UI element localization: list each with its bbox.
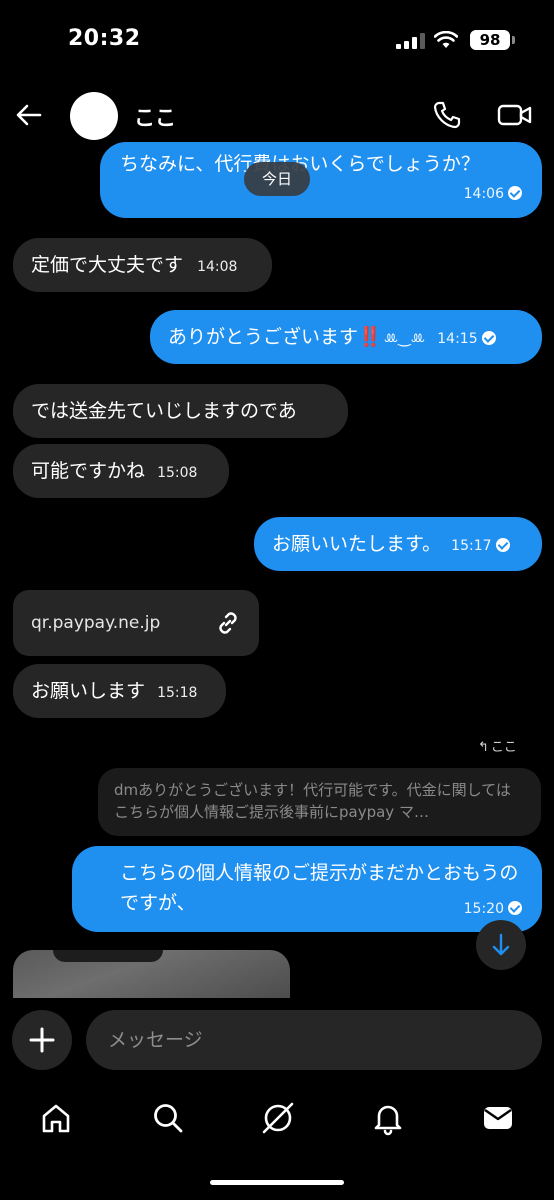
explore-icon[interactable] [260,1100,296,1136]
battery-tip [512,36,515,44]
back-arrow-icon[interactable] [12,98,46,132]
image-message[interactable] [13,950,290,998]
message-time: 14:08 [197,259,238,275]
message-text: お願いいたします。 [272,533,442,555]
link-message[interactable]: qr.paypay.ne.jp [13,590,259,656]
message-incoming[interactable]: 定価で大丈夫です 14:08 [13,238,272,292]
avatar[interactable] [70,92,118,140]
message-meta: 14:06 [464,178,522,208]
reply-quote[interactable]: dmありがとうございます！代行可能です。代金に関してはこちらが個人情報ご提示後事… [98,768,541,836]
chat-header: ここ [0,84,554,148]
home-icon[interactable] [38,1100,74,1136]
message-outgoing[interactable]: こちらの個人情報のご提示がまだかとおもうのですが、 15:20 [72,846,542,932]
emoji-text: ꔛ‿ꔛ [383,329,426,347]
message-incoming[interactable]: 可能ですかね 15:08 [13,444,229,498]
signal-icon [396,33,425,49]
message-text: ちなみに、代行費はおいくらでしょうか？ [120,150,522,178]
message-time: 15:17 [451,538,492,554]
message-text: では送金先ていじしますのであ [31,400,297,422]
message-outgoing[interactable]: ありがとうございます‼️ ꔛ‿ꔛ 14:15 [150,310,542,364]
video-call-icon[interactable] [496,98,534,132]
inbox-icon[interactable] [480,1100,516,1136]
battery-indicator: 98 [470,30,510,50]
reply-label: ↰ ここ [478,736,517,755]
message-outgoing[interactable]: お願いいたします。 15:17 [254,517,542,571]
read-check-icon [481,331,496,345]
message-composer[interactable] [86,1010,542,1070]
add-button[interactable] [12,1010,72,1070]
home-indicator [210,1180,344,1185]
scroll-down-button[interactable] [476,920,526,970]
search-icon[interactable] [150,1100,186,1136]
message-text: ありがとうございます‼️ [168,326,382,348]
status-time: 20:32 [68,26,141,51]
arrow-down-icon [492,933,510,956]
read-check-icon [495,538,510,552]
reply-author: ここ [490,740,517,755]
date-separator: 今日 [244,162,310,196]
read-check-icon [508,186,522,200]
contact-name[interactable]: ここ [134,102,176,132]
message-outgoing[interactable]: ちなみに、代行費はおいくらでしょうか？ 14:06 [100,142,542,218]
message-time: 15:20 [463,901,504,917]
reply-arrow-icon: ↰ [478,740,489,755]
bell-icon[interactable] [370,1100,406,1136]
message-time: 15:08 [157,465,198,481]
message-incoming[interactable]: お願いします 15:18 [13,664,226,718]
bottom-nav [0,1090,554,1146]
message-text: お願いします [31,680,146,702]
message-text: 定価で大丈夫です [31,254,184,276]
message-time: 14:15 [437,331,478,347]
wifi-icon [434,31,458,48]
message-time: 15:18 [157,685,198,701]
link-text[interactable]: qr.paypay.ne.jp [31,613,160,633]
link-icon[interactable] [215,610,241,636]
message-text: 可能ですかね [31,460,146,482]
plus-icon [29,1027,55,1053]
read-check-icon [508,901,522,915]
message-time: 14:06 [463,186,504,202]
message-input[interactable] [108,1010,518,1070]
message-incoming[interactable]: では送金先ていじしますのであ [13,384,348,438]
status-bar: 20:32 98 [0,0,554,84]
phone-icon[interactable] [430,98,464,132]
